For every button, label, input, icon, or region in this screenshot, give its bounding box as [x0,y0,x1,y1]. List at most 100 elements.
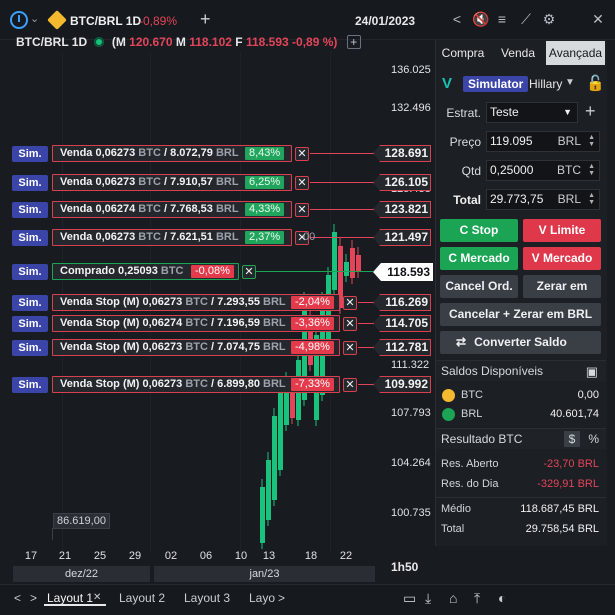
share-icon[interactable]: < [449,11,465,27]
preco-label: Preço [449,135,481,149]
stepper-icon[interactable]: ▲ ▼ [588,134,595,148]
order-price-tag[interactable]: 128.691 [373,145,431,162]
lock-icon[interactable]: 🔓 [586,74,605,92]
order-unit: BTC [138,203,161,215]
candle-body [332,232,337,290]
order-sim-badge[interactable]: Sim. [12,316,48,332]
add-strategy-button[interactable]: + [585,101,596,122]
convert-balance-button[interactable]: ⇄ Converter Saldo [440,331,601,354]
c-stop-button[interactable]: C Stop [440,219,518,242]
stepper-icon[interactable]: ▲ ▼ [588,163,595,177]
tab-venda[interactable]: Venda [490,41,546,65]
tab-layout-1[interactable]: Layout 1 [47,591,93,605]
order-price-tag[interactable]: 114.705 [373,315,431,332]
price-value: 119.095 [490,134,533,148]
cancel-orders-button[interactable]: Cancel Ord. [440,275,518,298]
position-box[interactable]: Comprado 0,25093 BTC -0,08% [52,263,239,280]
current-price-tag: 118.593 [373,263,433,281]
order-sim-badge[interactable]: Sim. [12,340,48,356]
candle-body [266,460,271,520]
order-price-tag[interactable]: 123.821 [373,201,431,218]
order-sim-badge[interactable]: Sim. [12,202,48,218]
order-price-tag[interactable]: 116.269 [373,294,431,311]
mute-icon[interactable]: 🔇 [472,11,489,28]
toggle-icon[interactable]: ◐ [498,590,506,606]
cancel-order-button[interactable]: ✕ [343,296,357,310]
account-select[interactable]: Hillary [529,77,562,91]
currency-toggle[interactable]: $ [564,431,580,447]
chevron-down-icon[interactable]: ▼ [565,77,575,88]
zerar-brl-button[interactable]: Zerar em BRL [523,275,601,316]
percent-toggle[interactable]: % [588,429,599,450]
close-tab-icon[interactable]: ✕ [93,592,101,603]
tab-compra[interactable]: Compra [436,41,490,65]
order-sim-badge[interactable]: Sim. [12,146,48,162]
settings-sliders-icon[interactable]: ≡ [494,11,510,27]
order-price-tag[interactable]: 109.992 [373,376,431,393]
folder-icon[interactable]: ▭ [403,590,416,607]
order-box[interactable]: Venda 0,06273 BTC / 7.621,51 BRL 2,37% [52,229,292,246]
close-position-button[interactable]: ✕ [242,265,256,279]
order-sim-badge[interactable]: Sim. [12,295,48,311]
cancel-order-button[interactable]: ✕ [343,317,357,331]
home-icon[interactable]: ⌂ [449,590,457,606]
order-price-tag[interactable]: 126.105 [373,174,431,191]
order-box[interactable]: Venda 0,06273 BTC / 7.910,57 BRL 6,25% [52,174,292,191]
wallet-icon[interactable]: ▣ [586,361,598,382]
cancel-order-button[interactable]: ✕ [295,176,309,190]
order-box[interactable]: Venda 0,06273 BTC / 8.072,79 BRL 8,43% [52,145,292,162]
tabs-prev-button[interactable]: < [14,591,21,605]
ghost-price-label: 00 [303,231,316,243]
c-mercado-button[interactable]: C Mercado [440,247,518,270]
position-text: Comprado 0,25093 [60,265,158,277]
strategy-select[interactable]: Teste ▼ [486,102,578,123]
order-box[interactable]: Venda Stop (M) 0,06274 BTC / 7.196,59 BR… [52,315,340,332]
close-icon[interactable]: ✕ [590,11,606,28]
order-line [358,384,373,385]
cancel-order-button[interactable]: ✕ [343,378,357,392]
gear-icon[interactable]: ⚙ [541,11,557,28]
order-sim-badge[interactable]: Sim. [12,175,48,191]
quantity-input[interactable]: 0,25000 BTC ▲ ▼ [486,160,600,181]
order-text: Venda 0,06273 [60,176,136,188]
zoom-level[interactable]: 1h50 [391,560,418,574]
v-limite-button[interactable]: V Limite [523,219,601,242]
order-box[interactable]: Venda Stop (M) 0,06273 BTC / 6.899,80 BR… [52,376,340,393]
tab-layout-3[interactable]: Layout 3 [184,591,230,605]
candlestick-chart[interactable] [0,0,433,560]
price-input[interactable]: 119.095 BRL ▲ ▼ [486,131,600,152]
cancel-order-button[interactable]: ✕ [295,147,309,161]
order-sim-badge[interactable]: Sim. [12,377,48,393]
order-price-tag[interactable]: 112.781 [373,339,431,356]
order-box[interactable]: Venda Stop (M) 0,06273 BTC / 7.074,75 BR… [52,339,340,356]
order-sep: / [163,176,168,188]
position-sim-badge[interactable]: Sim. [12,264,48,280]
total-input[interactable]: 29.773,75 BRL ▲ ▼ [486,189,600,210]
tabs-next-button[interactable]: > [30,591,37,605]
order-box[interactable]: Venda 0,06274 BTC / 7.768,53 BRL 4,33% [52,201,292,218]
order-price-tag[interactable]: 121.497 [373,229,431,246]
chart-icon[interactable]: ⟋ [518,11,534,28]
tab-layout-4[interactable]: Layo [249,591,275,605]
x-axis-label: 22 [339,550,353,562]
order-sep: / [163,203,168,215]
summary-label: Médio [441,503,471,515]
order-unit: BTC [138,147,161,159]
v-mercado-button[interactable]: V Mercado [523,247,601,270]
upload-icon[interactable]: ⤒ [474,590,480,607]
tabs-scroll-right[interactable]: > [278,591,285,605]
total-label: Total [453,193,481,207]
cancel-order-button[interactable]: ✕ [295,203,309,217]
tab-layout-2[interactable]: Layout 2 [119,591,165,605]
stepper-icon[interactable]: ▲ ▼ [588,192,595,206]
cancel-order-button[interactable]: ✕ [343,341,357,355]
download-icon[interactable]: ⤓ [425,590,431,607]
order-sep: / [163,231,168,243]
estrat-label: Estrat. [446,106,481,120]
order-sim-badge[interactable]: Sim. [12,230,48,246]
order-unit: BTC [185,378,208,390]
tab-avancada[interactable]: Avançada [546,41,605,65]
cancel-and-zero-button[interactable]: Cancelar + Zerar em BRL [440,303,601,326]
order-box[interactable]: Venda Stop (M) 0,06273 BTC / 7.293,55 BR… [52,294,340,311]
result-label: Res. Aberto [441,458,499,470]
